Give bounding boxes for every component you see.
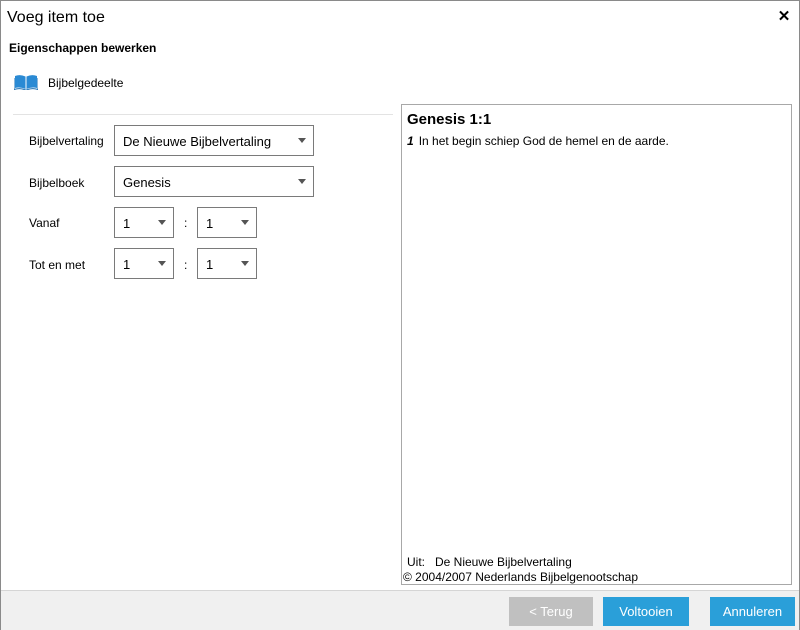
book-value: Genesis [123,175,171,190]
book-icon [14,75,38,90]
copyright-line: © 2004/2007 Nederlands Bijbelgenootschap [403,570,639,584]
translation-select[interactable]: De Nieuwe Bijbelvertaling [114,125,314,156]
dialog-title: Voeg item toe [7,9,105,26]
translation-value: De Nieuwe Bijbelvertaling [123,134,272,149]
source-line: Uit: De Nieuwe Bijbelvertaling [407,555,572,569]
from-label: Vanaf [29,216,60,230]
chevron-down-icon [158,261,166,266]
close-icon[interactable]: ✕ [775,8,793,26]
from-separator: : [184,216,188,230]
chevron-down-icon [158,220,166,225]
to-chapter-select[interactable]: 1 [114,248,174,279]
chevron-down-icon [298,179,306,184]
to-verse-value: 1 [206,257,214,272]
translation-label: Bijbelvertaling [29,134,104,148]
chevron-down-icon [241,220,249,225]
to-label: Tot en met [29,258,86,272]
verse-text: In het begin schiep God de hemel en de a… [418,134,669,148]
to-chapter-value: 1 [123,257,131,272]
back-button[interactable]: < Terug [509,597,593,626]
finish-button[interactable]: Voltooien [603,597,689,626]
passage-preview: Genesis 1:1 1 In het begin schiep God de … [401,104,792,585]
verse-number: 1 [407,134,414,148]
title-bar: Voeg item toe ✕ [1,1,799,35]
section-title: Eigenschappen bewerken [9,41,157,55]
dialog-footer: < Terug Voltooien Annuleren [1,590,799,630]
from-verse-select[interactable]: 1 [197,207,257,238]
from-chapter-value: 1 [123,216,131,231]
chevron-down-icon [298,138,306,143]
from-verse-value: 1 [206,216,214,231]
divider [13,114,393,115]
book-label: Bijbelboek [29,176,85,190]
to-separator: : [184,258,188,272]
verse-line: 1 In het begin schiep God de hemel en de … [407,134,669,148]
chevron-down-icon [241,261,249,266]
book-select[interactable]: Genesis [114,166,314,197]
to-verse-select[interactable]: 1 [197,248,257,279]
cancel-button[interactable]: Annuleren [710,597,795,626]
item-type-label: Bijbelgedeelte [48,76,124,90]
from-chapter-select[interactable]: 1 [114,207,174,238]
passage-reference: Genesis 1:1 [407,111,492,128]
add-item-dialog: Voeg item toe ✕ Eigenschappen bewerken B… [0,0,800,630]
